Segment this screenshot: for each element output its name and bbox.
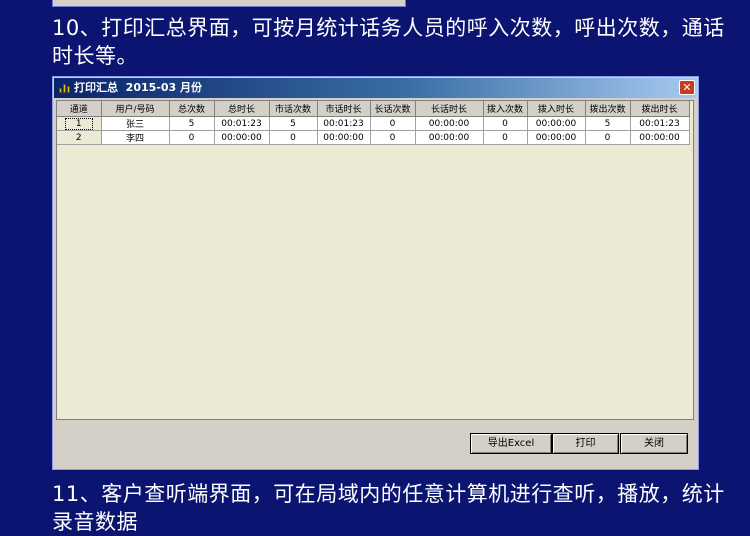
section-heading-10: 10、打印汇总界面，可按月统计话务人员的呼入次数，呼出次数，通话时长等。: [52, 16, 725, 68]
row-index: 1: [64, 117, 93, 130]
table-cell[interactable]: 00:01:23: [214, 116, 270, 131]
summary-table: 通道 用户/号码 总次数 总时长 市话次数 市话时长 长话次数 长话时长 拨入次…: [57, 101, 690, 145]
section-heading-11: 11、客户查听端界面，可在局域内的任意计算机进行查听，播放，统计录音数据: [52, 482, 725, 534]
table-cell[interactable]: 0: [483, 116, 528, 131]
column-header[interactable]: 长话次数: [370, 101, 416, 117]
print-summary-window: 打印汇总 2015-03 月份 ✕ 通道 用户/号码 总次数 总时长 市话次数 …: [52, 76, 699, 470]
table-cell[interactable]: 0: [269, 130, 318, 145]
window-titlebar[interactable]: 打印汇总 2015-03 月份 ✕: [54, 78, 697, 98]
table-cell[interactable]: 00:00:00: [415, 130, 484, 145]
table-cell[interactable]: 0: [585, 130, 631, 145]
window-close-button[interactable]: ✕: [679, 80, 695, 95]
table-cell[interactable]: 00:00:00: [317, 130, 371, 145]
column-header[interactable]: 拨出次数: [585, 101, 631, 117]
export-excel-button[interactable]: 导出Excel: [470, 433, 552, 454]
table-row[interactable]: 1 张三 5 00:01:23 5 00:01:23 0 00:00:00 0 …: [57, 116, 690, 131]
bar-chart-icon: [59, 83, 70, 93]
column-header[interactable]: 总时长: [214, 101, 270, 117]
table-cell[interactable]: 0: [483, 130, 528, 145]
table-cell[interactable]: 5: [585, 116, 631, 131]
table-cell[interactable]: 0: [370, 130, 416, 145]
summary-grid: 通道 用户/号码 总次数 总时长 市话次数 市话时长 长话次数 长话时长 拨入次…: [56, 100, 694, 420]
table-cell[interactable]: 00:00:00: [214, 130, 270, 145]
table-row[interactable]: 2 李四 0 00:00:00 0 00:00:00 0 00:00:00 0 …: [57, 130, 690, 145]
table-cell[interactable]: 00:01:23: [630, 116, 690, 131]
column-header[interactable]: 总次数: [169, 101, 215, 117]
table-cell[interactable]: 5: [269, 116, 318, 131]
table-cell[interactable]: 00:01:23: [317, 116, 371, 131]
column-header[interactable]: 拨入次数: [483, 101, 528, 117]
table-cell[interactable]: 00:00:00: [630, 130, 690, 145]
table-cell[interactable]: 00:00:00: [527, 130, 586, 145]
table-cell[interactable]: 李四: [101, 130, 170, 145]
print-button[interactable]: 打印: [552, 433, 619, 454]
table-cell[interactable]: 0: [169, 130, 215, 145]
row-index: 2: [75, 132, 82, 143]
window-title: 打印汇总 2015-03 月份: [74, 81, 202, 94]
table-header-row: 通道 用户/号码 总次数 总时长 市话次数 市话时长 长话次数 长话时长 拨入次…: [57, 101, 690, 117]
column-header[interactable]: 市话时长: [317, 101, 371, 117]
column-header[interactable]: 长话时长: [415, 101, 484, 117]
table-cell[interactable]: 00:00:00: [415, 116, 484, 131]
table-cell[interactable]: 张三: [101, 116, 170, 131]
table-cell[interactable]: 1: [57, 116, 102, 131]
previous-window-edge: [52, 0, 406, 7]
column-header[interactable]: 市话次数: [269, 101, 318, 117]
close-button[interactable]: 关闭: [620, 433, 688, 454]
table-cell[interactable]: 00:00:00: [527, 116, 586, 131]
table-cell[interactable]: 2: [57, 130, 102, 145]
column-header[interactable]: 拨入时长: [527, 101, 586, 117]
column-header[interactable]: 通道: [57, 101, 102, 117]
column-header[interactable]: 拨出时长: [630, 101, 690, 117]
table-cell[interactable]: 0: [370, 116, 416, 131]
column-header[interactable]: 用户/号码: [101, 101, 170, 117]
table-cell[interactable]: 5: [169, 116, 215, 131]
